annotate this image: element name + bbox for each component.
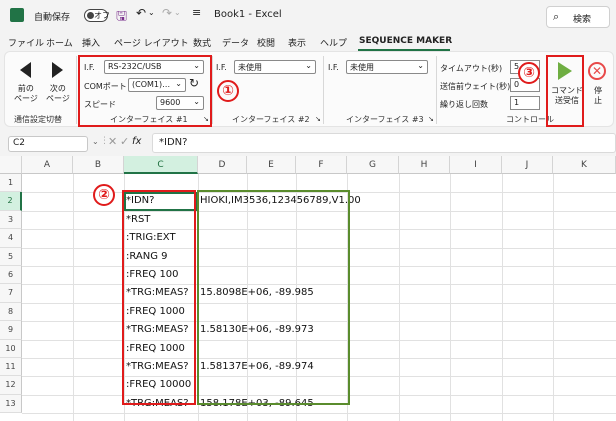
customize-toolbar-icon[interactable]: ≡ [192, 6, 201, 19]
column-header-a[interactable]: A [22, 156, 73, 174]
column-gridline [502, 174, 503, 421]
row-header-9[interactable]: 9 [0, 321, 22, 340]
nav-group-label: 通信設定切替 [14, 115, 62, 124]
annotation-2: ② [93, 184, 115, 206]
ribbon-separator [76, 56, 77, 124]
column-header-h[interactable]: H [399, 156, 450, 174]
dialog-launcher-icon[interactable]: ↘ [315, 115, 321, 123]
workbook-title: Book1 - Excel [214, 9, 282, 20]
column-header-b[interactable]: B [73, 156, 124, 174]
if2-value: 未使用 [238, 63, 262, 72]
column-header-f[interactable]: F [296, 156, 347, 174]
column-header-k[interactable]: K [553, 156, 616, 174]
column-gridline [73, 174, 74, 421]
tab-home[interactable]: ホーム [46, 36, 73, 49]
cancel-entry-icon[interactable]: ✕ [108, 135, 117, 148]
repeat-input[interactable]: 1 [510, 96, 540, 110]
next-page-icon [52, 62, 63, 78]
stop-icon: ✕ [588, 62, 606, 80]
search-label: 検索 [573, 15, 592, 25]
save-icon[interactable]: 🖫 [116, 7, 127, 29]
column-gridline [450, 174, 451, 421]
row-header-2[interactable]: 2 [0, 192, 22, 211]
row-header-3[interactable]: 3 [0, 210, 22, 230]
annotation-box-1 [78, 55, 212, 127]
formula-input[interactable]: *IDN? [152, 133, 616, 153]
if2-label: I.F. [216, 63, 227, 72]
row-header-5[interactable]: 5 [0, 247, 22, 266]
insert-function-button[interactable]: fx [132, 136, 141, 147]
row-header-10[interactable]: 10 [0, 339, 22, 358]
timeout-label: タイムアウト(秒) [440, 64, 503, 73]
prev-page-button[interactable]: 前の ページ [14, 84, 38, 104]
if2-select[interactable]: 未使用 ⌄ [234, 60, 316, 74]
tab-file[interactable]: ファイル [8, 36, 44, 49]
if3-group-label: インターフェイス #3 [346, 115, 424, 124]
select-all-corner[interactable] [0, 156, 22, 174]
tab-review[interactable]: 校閲 [257, 36, 275, 49]
row-header-6[interactable]: 6 [0, 266, 22, 285]
row-header-4[interactable]: 4 [0, 229, 22, 248]
tab-data[interactable]: データ [222, 36, 249, 49]
annotation-box-2 [122, 190, 196, 405]
row-header-12[interactable]: 12 [0, 376, 22, 395]
name-box[interactable]: C2 [8, 136, 88, 152]
ribbon-tabs: ファイル ホーム 挿入 ページ レイアウト 数式 データ 校閲 表示 ヘルプ S… [0, 34, 616, 50]
spreadsheet-grid: ABCDEFGHIJK 1 2 3 4 5 6 7 8 9 10 11 12 13 *IDN? *RST:… [0, 156, 616, 421]
prev-page-icon [20, 62, 31, 78]
undo-icon[interactable]: ↶ [136, 6, 146, 20]
row-header-13[interactable]: 13 [0, 394, 22, 414]
tab-help[interactable]: ヘルプ [320, 36, 347, 49]
row-header-8[interactable]: 8 [0, 302, 22, 322]
tab-view[interactable]: 表示 [288, 36, 306, 49]
column-header-g[interactable]: G [347, 156, 399, 174]
if3-select[interactable]: 未使用 ⌄ [346, 60, 428, 74]
column-header-e[interactable]: E [247, 156, 296, 174]
confirm-entry-icon[interactable]: ✓ [120, 135, 129, 148]
column-gridline [553, 174, 554, 421]
search-icon: ⌕ [553, 10, 560, 23]
repeat-label: 繰り返し回数 [440, 100, 488, 109]
annotation-box-response [197, 190, 350, 405]
redo-dropdown-icon[interactable]: ⌄ [174, 8, 181, 17]
tab-formulas[interactable]: 数式 [193, 36, 211, 49]
excel-logo-icon [10, 8, 24, 22]
send-receive-button[interactable]: コマンド 送受信 [551, 86, 583, 106]
wait-label: 送信前ウェイト(秒) [440, 82, 511, 91]
search-box[interactable]: ⌕ 検索 [546, 6, 610, 28]
row-header-1[interactable]: 1 [0, 174, 22, 193]
chevron-down-icon: ⌄ [417, 61, 424, 70]
autosave-state: オフ [94, 11, 110, 20]
dialog-launcher-icon[interactable]: ↘ [428, 115, 434, 123]
column-header-c[interactable]: C [124, 156, 198, 174]
ribbon-separator [212, 56, 213, 124]
ribbon-separator [436, 56, 437, 124]
if3-label: I.F. [328, 63, 339, 72]
ribbon-separator [323, 56, 324, 124]
stop-button[interactable]: 停 止 [594, 86, 602, 106]
column-header-j[interactable]: J [502, 156, 553, 174]
tab-page-layout[interactable]: ページ レイアウト [114, 36, 189, 49]
column-gridline [399, 174, 400, 421]
redo-icon[interactable]: ↷ [162, 6, 172, 20]
annotation-1: ① [217, 80, 239, 102]
name-box-chevron-icon[interactable]: ⌄ [92, 137, 99, 146]
tab-insert[interactable]: 挿入 [82, 36, 100, 49]
next-page-button[interactable]: 次の ページ [46, 84, 70, 104]
column-header-d[interactable]: D [198, 156, 247, 174]
if3-value: 未使用 [350, 63, 374, 72]
annotation-3: ③ [518, 62, 540, 84]
row-header-7[interactable]: 7 [0, 284, 22, 303]
if2-group-label: インターフェイス #2 [232, 115, 310, 124]
row-header-11[interactable]: 11 [0, 358, 22, 377]
undo-dropdown-icon[interactable]: ⌄ [148, 8, 155, 17]
chevron-down-icon: ⌄ [305, 61, 312, 70]
tab-sequence-maker[interactable]: SEQUENCE MAKER [359, 36, 452, 46]
column-header-i[interactable]: I [450, 156, 502, 174]
autosave-label: 自動保存 [34, 13, 71, 23]
row-gridline [22, 413, 616, 415]
play-icon [558, 62, 572, 80]
